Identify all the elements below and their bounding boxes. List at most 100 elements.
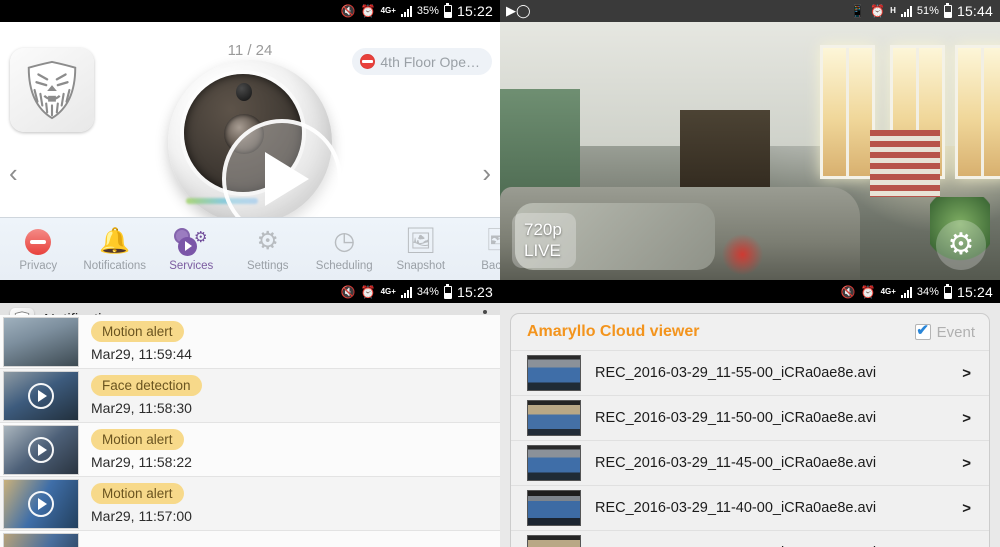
cloud-viewer-header: Amaryllo Cloud viewer Event	[511, 314, 989, 350]
toolbar-item-privacy[interactable]: Privacy	[0, 227, 77, 272]
event-filter-label: Event	[936, 323, 975, 341]
page-title: Amaryllo Cloud viewer	[527, 323, 700, 340]
toolbar-item-notifications[interactable]: 🔔 Notifications	[77, 227, 154, 272]
recording-thumbnail	[527, 355, 581, 391]
recording-thumbnail	[527, 400, 581, 436]
notification-thumbnail[interactable]	[3, 478, 79, 529]
status-badge: Motion alert	[91, 483, 184, 504]
signal-icon	[900, 286, 912, 298]
notification-thumbnail[interactable]	[3, 316, 79, 367]
signal-icon	[900, 5, 912, 17]
status-bar-device: 🔇 ⏰ 4G+ 35% 15:22	[0, 0, 500, 22]
chevron-right-icon[interactable]: >	[962, 365, 971, 382]
toolbar-item-services[interactable]: ⚙ Services	[153, 227, 230, 272]
toolbar-item-settings[interactable]: ⚙ Settings	[230, 227, 307, 272]
screenshot-grid: 🔇 ⏰ 4G+ 35% 15:22 11 / 24 4th Floor Ope……	[0, 0, 1000, 547]
quality-resolution: 720p	[524, 220, 562, 239]
status-badge: Motion alert	[91, 429, 184, 450]
4g-icon: 4G+	[380, 6, 396, 15]
toolbar-item-scheduling[interactable]: ◷ Scheduling	[306, 227, 383, 272]
list-item[interactable]: Motion alert Mar29, 11:57:00	[0, 477, 500, 531]
cloud-viewer-card: Amaryllo Cloud viewer Event REC_2016-03-…	[510, 313, 990, 547]
clock-icon: ◷	[333, 227, 356, 255]
camera-portrait-icon: 🖼	[404, 227, 437, 255]
device-body: 11 / 24 4th Floor Ope… ‹ › Privacy 🔔 Not…	[0, 22, 500, 280]
battery-icon	[443, 283, 452, 299]
status-badge: Face detection	[91, 375, 202, 396]
notification-timestamp: Mar29, 11:58:30	[91, 400, 192, 416]
clock-time: 15:44	[956, 3, 993, 19]
list-item[interactable]: Motion alert Mar29, 11:58:22	[0, 423, 500, 477]
clock-time: 15:24	[956, 284, 993, 300]
notifications-panel: 🔇 ⏰ 4G+ 34% 15:23 Notifications	[0, 280, 500, 547]
picture-icon: 🖻	[487, 227, 500, 257]
mute-icon: 🔇	[840, 285, 856, 299]
phone-vibrate-icon: 📱	[850, 4, 866, 18]
flowers	[720, 233, 765, 275]
quality-badge[interactable]: 720p LIVE	[512, 213, 576, 268]
table-row[interactable]: REC_2016-03-29_11-40-00_iCRa0ae8e.avi >	[511, 485, 989, 530]
live-video-stream[interactable]: 720p LIVE ⚙	[500, 22, 1000, 280]
battery-icon	[943, 283, 952, 299]
window	[955, 45, 1000, 180]
play-icon	[28, 436, 54, 463]
table-row[interactable]: REC_2016-03-29_11-50-00_iCRa0ae8e.avi >	[511, 395, 989, 440]
toolbar-label: Settings	[246, 259, 289, 272]
status-bar-live: ▶◯ 📱 ⏰ H 51% 15:44	[500, 0, 1000, 22]
signal-icon	[400, 5, 412, 17]
notification-timestamp: Mar29, 11:59:44	[91, 346, 192, 362]
notification-thumbnail[interactable]	[3, 424, 79, 475]
quality-state: LIVE	[524, 241, 561, 260]
toolbar-label: Notifications	[83, 259, 147, 272]
play-icon	[28, 490, 54, 517]
list-item[interactable]: Face detection Mar29, 11:58:30	[0, 369, 500, 423]
event-filter-checkbox[interactable]: Event	[914, 322, 975, 341]
cabinet	[680, 109, 770, 198]
list-item[interactable]: Motion alert Mar29, 11:59:44	[0, 315, 500, 369]
toolbar-item-background[interactable]: 🖻 Backg	[459, 227, 500, 272]
chevron-right-icon[interactable]: >	[962, 410, 971, 427]
status-bar-notifications: 🔇 ⏰ 4G+ 34% 15:23	[0, 281, 500, 303]
toolbar-label: Backg	[481, 259, 500, 272]
battery-percent: 34%	[916, 286, 939, 298]
recording-thumbnail	[527, 445, 581, 481]
alarm-icon: ⏰	[360, 285, 376, 299]
list-item[interactable]: Motion alert	[0, 531, 500, 547]
status-bar-cloud: 🔇 ⏰ 4G+ 34% 15:24	[500, 281, 1000, 303]
table-row[interactable]: REC_2016-03-29_11-35-01_iCRa0ae8e.avi >	[511, 530, 989, 547]
checkbox-icon	[914, 322, 931, 340]
gear-icon[interactable]: ⚙	[936, 220, 986, 270]
notification-thumbnail[interactable]	[3, 370, 79, 421]
mute-icon: 🔇	[340, 4, 356, 18]
alarm-icon: ⏰	[870, 4, 886, 18]
gear-icon: ⚙	[256, 227, 279, 255]
clock-time: 15:22	[456, 3, 493, 19]
notification-thumbnail[interactable]	[3, 532, 79, 547]
prev-device-arrow[interactable]: ‹	[9, 160, 18, 186]
toolbar-item-snapshot[interactable]: 🖼 Snapshot	[383, 227, 460, 272]
next-device-arrow[interactable]: ›	[482, 160, 491, 186]
battery-percent: 51%	[916, 5, 939, 17]
camera-sensor-dot	[236, 83, 252, 101]
striped-chair	[870, 130, 940, 198]
notification-timestamp: Mar29, 11:57:00	[91, 508, 192, 524]
table-row[interactable]: REC_2016-03-29_11-55-00_iCRa0ae8e.avi >	[511, 350, 989, 395]
chevron-right-icon[interactable]: >	[962, 500, 971, 517]
recording-filename: REC_2016-03-29_11-40-00_iCRa0ae8e.avi	[595, 500, 877, 516]
battery-icon	[943, 2, 952, 18]
notification-timestamp: Mar29, 11:58:22	[91, 454, 192, 470]
cloud-viewer-panel: 🔇 ⏰ 4G+ 34% 15:24 Amaryllo Cloud viewer …	[500, 280, 1000, 547]
live-video-panel[interactable]: ▶◯ 📱 ⏰ H 51% 15:44 720p LIVE ⚙	[500, 0, 1000, 280]
play-icon	[265, 152, 309, 207]
play-icon	[28, 382, 54, 409]
notifications-list[interactable]: Motion alert Mar29, 11:59:44 Face detect…	[0, 315, 500, 547]
chevron-right-icon[interactable]: >	[962, 455, 971, 472]
table-row[interactable]: REC_2016-03-29_11-45-00_iCRa0ae8e.avi >	[511, 440, 989, 485]
alarm-icon: ⏰	[360, 4, 376, 18]
camera-preview[interactable]	[0, 60, 500, 240]
recording-thumbnail	[527, 490, 581, 526]
room-left-wall	[500, 89, 580, 203]
recording-filename: REC_2016-03-29_11-50-00_iCRa0ae8e.avi	[595, 410, 877, 426]
alarm-icon: ⏰	[860, 285, 876, 299]
battery-percent: 35%	[416, 5, 439, 17]
